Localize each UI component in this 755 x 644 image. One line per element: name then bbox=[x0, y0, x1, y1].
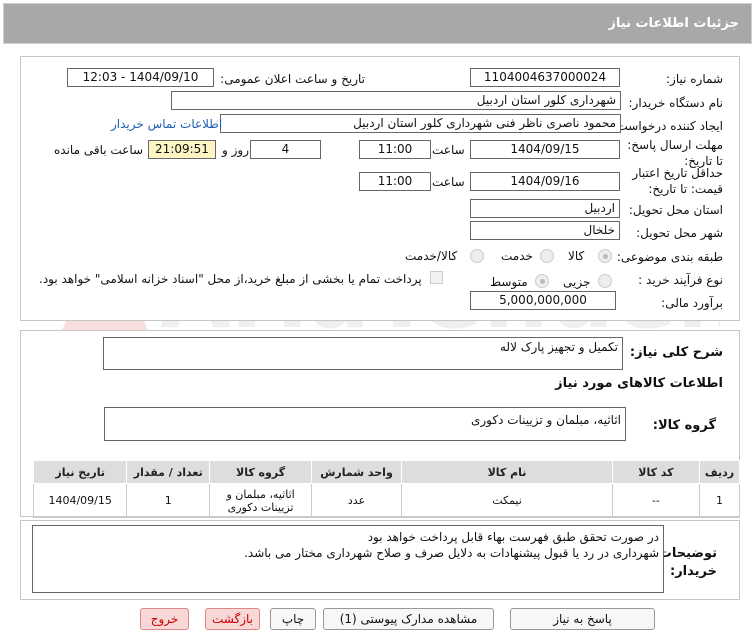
province-field: اردبیل bbox=[470, 199, 620, 218]
category-service-radio[interactable] bbox=[540, 249, 554, 263]
treasury-checkbox[interactable] bbox=[430, 271, 443, 284]
col-group: گروه کالا bbox=[209, 460, 312, 484]
budget-label: برآورد مالی: bbox=[661, 296, 723, 310]
process-label: نوع فرآیند خرید : bbox=[638, 273, 723, 287]
buyer-label: نام دستگاه خریدار: bbox=[628, 96, 724, 110]
goods-group-field: اثاثیه، مبلمان و تزیینات دکوری bbox=[104, 407, 626, 441]
buyer-field: شهرداری کلور استان اردبیل bbox=[171, 91, 621, 110]
need-number-field: 1104004637000024 bbox=[470, 68, 620, 87]
category-both-label: کالا/خدمت bbox=[405, 249, 458, 263]
process-medium-radio[interactable] bbox=[535, 274, 549, 288]
process-minor-radio[interactable] bbox=[598, 274, 612, 288]
table-row: 1 -- نیمکت عدد اثاثیه، مبلمان و تزیینات … bbox=[32, 483, 741, 518]
need-summary-field: تکمیل و تجهیز پارک لاله bbox=[103, 337, 623, 370]
col-code: کد کالا bbox=[611, 460, 700, 484]
table-header-row: ردیف کد کالا نام کالا واحد شمارش گروه کا… bbox=[32, 460, 741, 484]
contact-info-link[interactable]: اطلاعات تماس خریدار bbox=[111, 117, 222, 131]
announce-field: 1404/09/10 - 12:03 bbox=[67, 68, 214, 87]
validity-date-field: 1404/09/16 bbox=[470, 172, 620, 191]
cell-code: -- bbox=[611, 483, 700, 518]
page-title: جزئیات اطلاعات نیاز bbox=[608, 16, 739, 31]
col-row: ردیف bbox=[698, 460, 741, 484]
city-field: خلخال bbox=[470, 221, 620, 240]
category-service-label: خدمت bbox=[501, 249, 533, 263]
exit-button[interactable]: خروج bbox=[140, 608, 189, 630]
province-label: استان محل تحویل: bbox=[628, 203, 723, 217]
deadline-time-label: ساعت bbox=[432, 143, 465, 157]
cell-qty: 1 bbox=[126, 483, 211, 518]
cell-date: 1404/09/15 bbox=[32, 483, 128, 518]
validity-time-label: ساعت bbox=[432, 175, 465, 189]
items-table: ردیف کد کالا نام کالا واحد شمارش گروه کا… bbox=[32, 460, 741, 518]
need-number-label: شماره نیاز: bbox=[666, 72, 723, 86]
goods-info-title: اطلاعات کالاهای مورد نیاز bbox=[555, 376, 723, 391]
goods-group-label: گروه کالا: bbox=[652, 418, 716, 433]
notes-line-1: در صورت تحقق طبق فهرست بهاء قابل پرداخت … bbox=[367, 530, 659, 544]
cell-unit: عدد bbox=[310, 483, 403, 518]
reply-button[interactable]: پاسخ به نیاز bbox=[510, 608, 655, 630]
title-bar: جزئیات اطلاعات نیاز bbox=[3, 3, 752, 44]
category-label: طبقه بندی موضوعی: bbox=[616, 250, 723, 264]
category-goods-radio[interactable] bbox=[598, 249, 612, 263]
print-button[interactable]: چاپ bbox=[270, 608, 316, 630]
budget-field: 5,000,000,000 bbox=[470, 291, 616, 310]
col-qty: تعداد / مقدار bbox=[126, 460, 211, 484]
category-both-radio[interactable] bbox=[470, 249, 484, 263]
cell-row: 1 bbox=[698, 483, 741, 518]
buyer-notes-field: در صورت تحقق طبق فهرست بهاء قابل پرداخت … bbox=[32, 525, 664, 593]
remaining-time-field: 21:09:51 bbox=[148, 140, 216, 159]
category-goods-label: کالا bbox=[568, 249, 585, 263]
back-button[interactable]: بازگشت bbox=[205, 608, 260, 630]
process-medium-label: متوسط bbox=[490, 275, 528, 289]
days-remaining-field: 4 bbox=[250, 140, 321, 159]
cell-name: نیمکت bbox=[401, 483, 613, 518]
remaining-label: ساعت باقی مانده bbox=[54, 143, 144, 157]
city-label: شهر محل تحویل: bbox=[636, 226, 723, 240]
validity-time-field: 11:00 bbox=[359, 172, 431, 191]
payment-note: پرداخت تمام یا بخشی از مبلغ خرید،از محل … bbox=[39, 272, 422, 286]
creator-label: ایجاد کننده درخواست: bbox=[612, 119, 723, 133]
days-label: روز و bbox=[222, 143, 249, 157]
notes-line-2: شهرداری در رد یا قبول پیشنهادات به دلایل… bbox=[244, 546, 659, 560]
creator-field: محمود ناصری ناظر فنی شهرداری کلور استان … bbox=[220, 114, 621, 133]
process-minor-label: جزیی bbox=[563, 275, 591, 289]
deadline-date-field: 1404/09/15 bbox=[470, 140, 620, 159]
col-date: تاریخ نیاز bbox=[32, 460, 128, 484]
announce-label: تاریخ و ساعت اعلان عمومی: bbox=[220, 72, 365, 86]
validity-label: حداقل تاریخ اعتبار قیمت: تا تاریخ: bbox=[632, 166, 723, 196]
need-summary-label: شرح کلی نیاز: bbox=[629, 345, 723, 360]
deadline-time-field: 11:00 bbox=[359, 140, 431, 159]
cell-group: اثاثیه، مبلمان و تزیینات دکوری bbox=[209, 483, 312, 518]
attachments-button[interactable]: مشاهده مدارک پیوستی (1) bbox=[323, 608, 494, 630]
col-unit: واحد شمارش bbox=[310, 460, 403, 484]
col-name: نام کالا bbox=[401, 460, 613, 484]
